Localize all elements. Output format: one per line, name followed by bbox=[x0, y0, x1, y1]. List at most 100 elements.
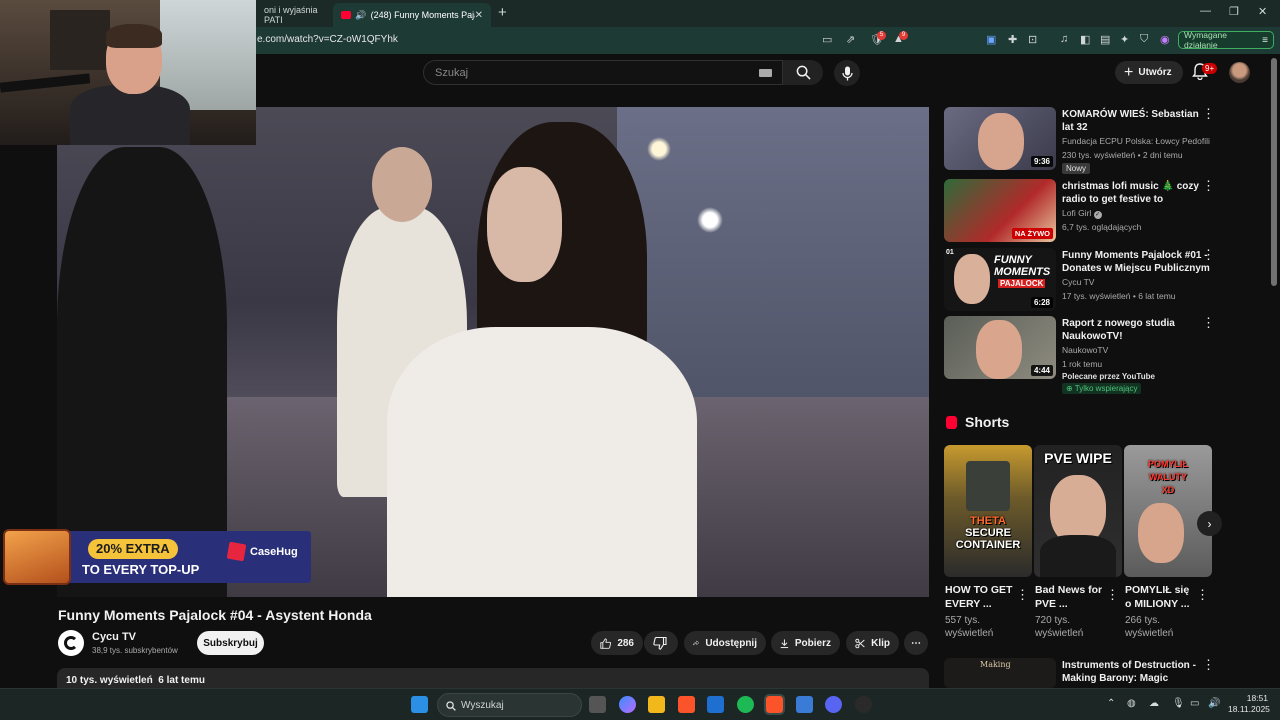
brave-active-icon[interactable] bbox=[764, 694, 785, 715]
recommendation-item[interactable]: 4:44 Raport z nowego studia NaukowoTV! N… bbox=[944, 316, 1224, 396]
close-window-icon[interactable]: ✕ bbox=[1258, 5, 1267, 18]
short-thumbnail[interactable]: THETA SECURE CONTAINER bbox=[944, 445, 1032, 577]
start-icon[interactable] bbox=[411, 696, 428, 713]
music-icon[interactable]: ♫ bbox=[1060, 33, 1068, 45]
mic-tray-icon[interactable]: 🎙 bbox=[1172, 698, 1185, 709]
download-button[interactable]: Pobierz bbox=[771, 631, 840, 655]
recommendation-item[interactable]: Making Instruments of Destruction - Maki… bbox=[944, 658, 1224, 688]
recommendation-item[interactable]: 01 FUNNY MOMENTS PAJALOCK 6:28 Funny Mom… bbox=[944, 248, 1224, 312]
recommendation-thumbnail[interactable]: 4:44 bbox=[944, 316, 1056, 379]
close-tab-icon[interactable]: ✕ bbox=[475, 10, 483, 21]
spotify-icon[interactable] bbox=[737, 696, 754, 713]
channel-name[interactable]: Cycu TV bbox=[92, 631, 136, 643]
search-button[interactable] bbox=[783, 60, 823, 85]
required-action-button[interactable]: Wymagane działanie ≡ bbox=[1178, 30, 1274, 50]
calculator-icon[interactable] bbox=[796, 696, 813, 713]
wallet-icon[interactable]: ▤ bbox=[1100, 33, 1110, 46]
recommendation-thumbnail[interactable]: NA ŻYWO bbox=[944, 179, 1056, 242]
more-options-icon[interactable]: ⋮ bbox=[1106, 587, 1119, 603]
sidebar-icon[interactable]: ◧ bbox=[1080, 33, 1090, 46]
short-thumbnail[interactable]: POMYLIŁ WALUTY XD bbox=[1124, 445, 1212, 577]
short-title[interactable]: HOW TO GET EVERY ... bbox=[945, 583, 1015, 611]
taskbar-clock[interactable]: 18:51 18.11.2025 bbox=[1228, 693, 1270, 715]
search-input[interactable]: Szukaj bbox=[423, 60, 783, 85]
share-button[interactable]: Udostępnij bbox=[684, 631, 766, 655]
recommendation-item[interactable]: NA ŻYWO christmas lofi music 🎄 cozy radi… bbox=[944, 179, 1224, 243]
recommendation-title[interactable]: Raport z nowego studia NaukowoTV! bbox=[1062, 317, 1212, 343]
brave-icon[interactable] bbox=[678, 696, 695, 713]
short-title[interactable]: Bad News for PVE ... bbox=[1035, 583, 1105, 611]
recommendation-item[interactable]: 9:36 KOMARÓW WIEŚ: Sebastian lat 32 Fund… bbox=[944, 107, 1224, 177]
cast-icon[interactable]: ▭ bbox=[822, 33, 832, 46]
recommendation-title[interactable]: Funny Moments Pajalock #01 - Donates w M… bbox=[1062, 249, 1212, 275]
clock-date: 18.11.2025 bbox=[1228, 704, 1270, 714]
account-avatar[interactable] bbox=[1229, 62, 1250, 83]
members-only-label: Tylko wspierający bbox=[1074, 384, 1138, 393]
ai-icon[interactable]: ✦ bbox=[1120, 33, 1129, 46]
short-thumbnail[interactable]: PVE WIPE bbox=[1034, 445, 1122, 577]
copilot-icon[interactable] bbox=[619, 696, 636, 713]
shorts-next-button[interactable]: › bbox=[1197, 511, 1222, 536]
taskbar-search[interactable]: Wyszukaj bbox=[437, 693, 582, 717]
dislike-button[interactable] bbox=[644, 631, 678, 655]
more-options-icon[interactable]: ⋮ bbox=[1016, 587, 1029, 603]
screenshot-icon[interactable]: ⊡ bbox=[1028, 33, 1037, 46]
tray-chevron-icon[interactable]: ⌃ bbox=[1107, 698, 1115, 709]
webcam-overlay bbox=[0, 0, 256, 145]
discord-icon[interactable] bbox=[825, 696, 842, 713]
volume-icon[interactable]: 🔊 bbox=[1208, 698, 1220, 709]
create-button[interactable]: + Utwórz bbox=[1115, 61, 1183, 84]
store-icon[interactable] bbox=[707, 696, 724, 713]
vpn-icon[interactable]: ▣ bbox=[986, 33, 996, 46]
keyboard-icon[interactable] bbox=[759, 69, 772, 77]
like-button[interactable]: 286 bbox=[591, 631, 643, 655]
obs-icon[interactable] bbox=[855, 696, 872, 713]
more-actions-button[interactable]: ⋯ bbox=[904, 631, 928, 655]
clip-button[interactable]: Klip bbox=[846, 631, 899, 655]
extensions-icon[interactable]: ✚ bbox=[1008, 33, 1017, 46]
more-options-icon[interactable]: ⋮ bbox=[1202, 658, 1215, 671]
more-options-icon[interactable]: ⋮ bbox=[1202, 316, 1215, 329]
recommendation-channel[interactable]: Lofi Girl ✓ bbox=[1062, 208, 1102, 219]
menu-icon: ≡ bbox=[1262, 34, 1268, 46]
tab-inactive[interactable]: oni i wyjaśnia PATI bbox=[256, 3, 328, 27]
voice-search-button[interactable] bbox=[834, 60, 860, 86]
more-options-icon[interactable]: ⋮ bbox=[1196, 587, 1209, 603]
more-options-icon[interactable]: ⋮ bbox=[1202, 248, 1215, 261]
page-scrollbar[interactable] bbox=[1271, 58, 1277, 286]
recommendation-title[interactable]: KOMARÓW WIEŚ: Sebastian lat 32 bbox=[1062, 108, 1212, 134]
share-icon[interactable]: ⇗ bbox=[846, 33, 855, 46]
shield-outline-icon[interactable]: ⛉ bbox=[1140, 33, 1148, 46]
recommendation-thumbnail[interactable]: Making bbox=[944, 658, 1056, 688]
url-text[interactable]: e.com/watch?v=CZ-oW1QFYhk bbox=[257, 34, 398, 45]
recommendation-channel[interactable]: NaukowoTV bbox=[1062, 345, 1108, 355]
short-title[interactable]: POMYLIŁ się o MILIONY ... bbox=[1125, 583, 1195, 611]
video-player[interactable] bbox=[57, 107, 929, 597]
video-duration: 4:44 bbox=[1030, 365, 1053, 376]
more-options-icon[interactable]: ⋮ bbox=[1202, 107, 1215, 120]
download-label: Pobierz bbox=[794, 637, 831, 649]
recommendation-thumbnail[interactable]: 9:36 bbox=[944, 107, 1056, 170]
more-options-icon[interactable]: ⋮ bbox=[1202, 179, 1215, 192]
speaker-icon[interactable]: 🔊 bbox=[355, 10, 366, 21]
maximize-icon[interactable]: ❐ bbox=[1229, 5, 1239, 18]
channel-avatar[interactable] bbox=[58, 630, 84, 656]
file-explorer-icon[interactable] bbox=[648, 696, 665, 713]
onedrive-icon[interactable]: ☁ bbox=[1149, 698, 1159, 709]
recommendation-title[interactable]: christmas lofi music 🎄 cozy radio to get… bbox=[1062, 180, 1212, 206]
sponsor-brand-b: Hug bbox=[276, 546, 298, 558]
recommendation-channel[interactable]: Fundacja ECPU Polska: Łowcy Pedofili bbox=[1062, 136, 1210, 146]
tab-active[interactable]: 🔊 (248) Funny Moments Pajalock ✕ bbox=[333, 3, 491, 27]
recommendation-title[interactable]: Instruments of Destruction - Making Baro… bbox=[1062, 659, 1212, 685]
tray-app-icon[interactable]: ◍ bbox=[1127, 698, 1136, 709]
minimize-icon[interactable]: — bbox=[1200, 5, 1211, 17]
subscribe-button[interactable]: Subskrybuj bbox=[197, 631, 264, 655]
network-icon[interactable]: ▭ bbox=[1190, 698, 1199, 709]
tab-label: (248) Funny Moments Pajalock bbox=[370, 10, 475, 20]
task-view-icon[interactable] bbox=[589, 696, 606, 713]
new-tab-button[interactable]: + bbox=[498, 4, 507, 21]
recommendation-channel[interactable]: Cycu TV bbox=[1062, 277, 1094, 287]
recommendation-thumbnail[interactable]: 01 FUNNY MOMENTS PAJALOCK 6:28 bbox=[944, 248, 1056, 311]
profile-icon[interactable]: ◉ bbox=[1160, 33, 1170, 46]
sponsor-brand-a: Case bbox=[250, 546, 277, 558]
